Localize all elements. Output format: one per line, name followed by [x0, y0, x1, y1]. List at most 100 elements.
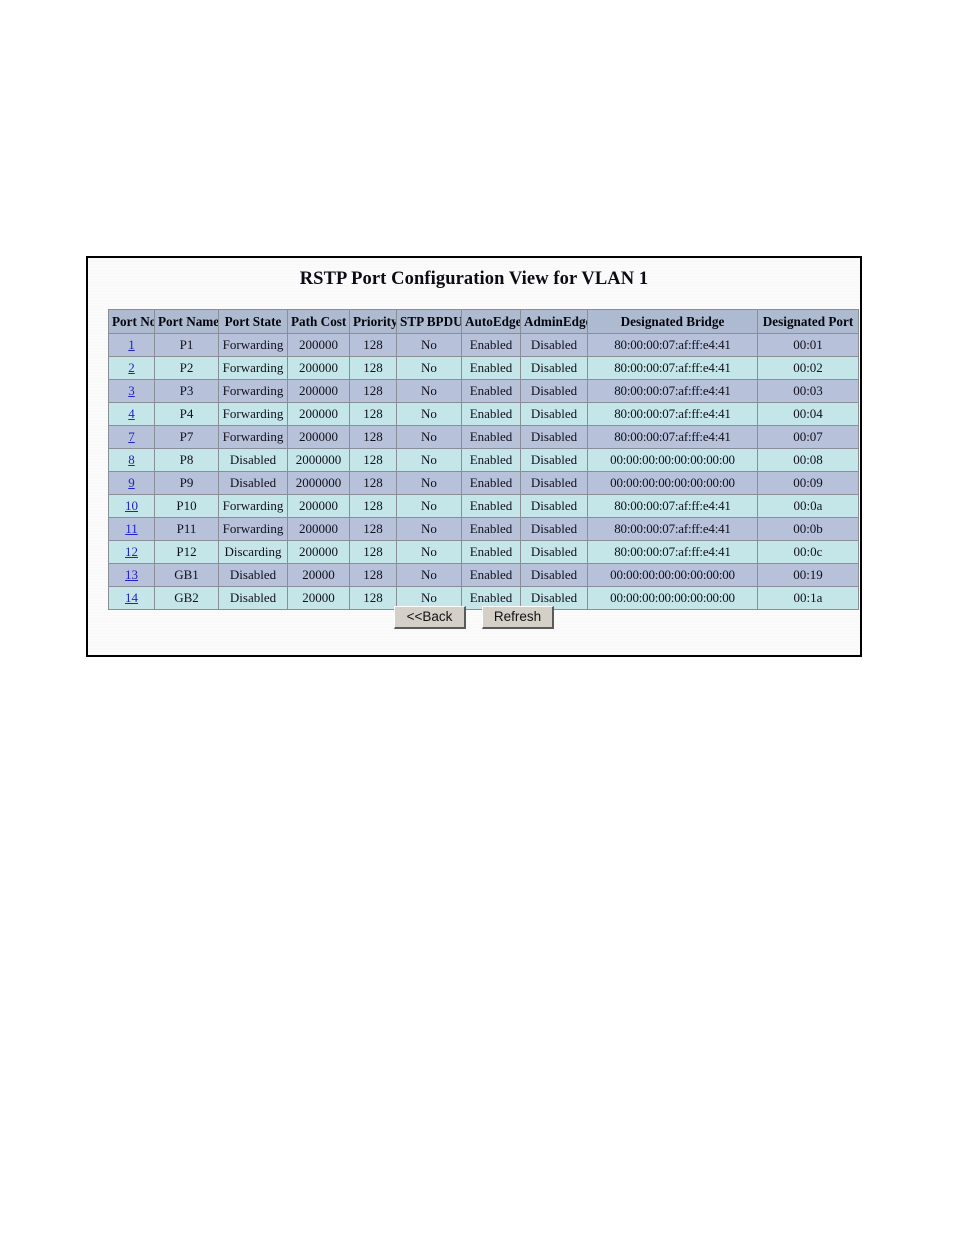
port-number-link[interactable]: 13 — [125, 567, 138, 582]
port-number-link[interactable]: 14 — [125, 590, 138, 605]
column-header-stp-bpdu: STP BPDU — [396, 309, 462, 334]
cell-stp-bpdu: No — [396, 540, 462, 564]
cell-designated-bridge: 80:00:00:07:af:ff:e4:41 — [587, 333, 758, 357]
cell-priority: 128 — [349, 517, 397, 541]
port-number-link[interactable]: 2 — [128, 360, 135, 375]
column-header-admin-edge: AdminEdge — [520, 309, 588, 334]
cell-path-cost: 200000 — [287, 379, 350, 403]
cell-stp-bpdu: No — [396, 471, 462, 495]
cell-designated-bridge: 80:00:00:07:af:ff:e4:41 — [587, 425, 758, 449]
cell-designated-port: 00:01 — [757, 333, 859, 357]
cell-auto-edge: Enabled — [461, 402, 521, 426]
cell-path-cost: 2000000 — [287, 448, 350, 472]
cell-stp-bpdu: No — [396, 517, 462, 541]
cell-port-state: Discarding — [218, 540, 288, 564]
table-row: 7 P7 Forwarding 200000 128 No Enabled Disabled 8… — [108, 425, 859, 449]
table-row: 4 P4 Forwarding 200000 128 No Enabled Disabled 8… — [108, 402, 859, 426]
cell-priority: 128 — [349, 563, 397, 587]
port-number-link[interactable]: 12 — [125, 544, 138, 559]
cell-admin-edge: Disabled — [520, 494, 588, 518]
table-row: 12 P12 Discarding 200000 128 No Enabled Disable… — [108, 540, 859, 564]
cell-designated-port: 00:0a — [757, 494, 859, 518]
cell-path-cost: 200000 — [287, 425, 350, 449]
cell-designated-port: 00:07 — [757, 425, 859, 449]
cell-designated-port: 00:04 — [757, 402, 859, 426]
cell-auto-edge: Enabled — [461, 333, 521, 357]
cell-priority: 128 — [349, 402, 397, 426]
port-number-link[interactable]: 11 — [125, 521, 138, 536]
rstp-port-configuration-panel: RSTP Port Configuration View for VLAN 1 … — [86, 256, 862, 657]
column-header-designated-port: Designated Port — [757, 309, 859, 334]
port-number-link[interactable]: 10 — [125, 498, 138, 513]
cell-port-no: 3 — [108, 379, 155, 403]
cell-port-no: 10 — [108, 494, 155, 518]
column-header-port-state: Port State — [218, 309, 288, 334]
cell-port-name: P9 — [154, 471, 219, 495]
cell-port-no: 9 — [108, 471, 155, 495]
cell-designated-port: 00:19 — [757, 563, 859, 587]
page-title: RSTP Port Configuration View for VLAN 1 — [299, 269, 649, 289]
column-header-port-no: Port No — [108, 309, 155, 334]
column-header-path-cost: Path Cost — [287, 309, 350, 334]
refresh-button[interactable]: Refresh — [482, 606, 554, 629]
cell-designated-port: 00:02 — [757, 356, 859, 380]
table-row: 11 P11 Forwarding 200000 128 No Enabled Disable… — [108, 517, 859, 541]
cell-port-state: Disabled — [218, 471, 288, 495]
table-body: 1 P1 Forwarding 200000 128 No Enabled Disabled 8… — [108, 333, 859, 610]
cell-priority: 128 — [349, 448, 397, 472]
cell-port-no: 1 — [108, 333, 155, 357]
cell-path-cost: 200000 — [287, 333, 350, 357]
cell-port-state: Forwarding — [218, 379, 288, 403]
cell-auto-edge: Enabled — [461, 517, 521, 541]
button-bar: <<Back Refresh — [88, 606, 860, 629]
cell-designated-port: 00:09 — [757, 471, 859, 495]
port-number-link[interactable]: 3 — [128, 383, 135, 398]
port-number-link[interactable]: 9 — [128, 475, 135, 490]
cell-designated-bridge: 80:00:00:07:af:ff:e4:41 — [587, 494, 758, 518]
cell-stp-bpdu: No — [396, 494, 462, 518]
cell-designated-port: 00:08 — [757, 448, 859, 472]
cell-designated-bridge: 00:00:00:00:00:00:00:00 — [587, 448, 758, 472]
cell-port-name: GB1 — [154, 563, 219, 587]
cell-port-name: P2 — [154, 356, 219, 380]
column-header-port-name: Port Name — [154, 309, 219, 334]
column-header-designated-bridge: Designated Bridge — [587, 309, 758, 334]
cell-port-state: Forwarding — [218, 402, 288, 426]
cell-priority: 128 — [349, 540, 397, 564]
table-header: Port No Port Name Port State Path Cost P… — [108, 309, 859, 334]
table-row: 2 P2 Forwarding 200000 128 No Enabled Disabled 8… — [108, 356, 859, 380]
table-row: 1 P1 Forwarding 200000 128 No Enabled Disabled 8… — [108, 333, 859, 357]
cell-priority: 128 — [349, 425, 397, 449]
column-header-priority: Priority — [349, 309, 397, 334]
cell-port-state: Forwarding — [218, 333, 288, 357]
back-button[interactable]: <<Back — [394, 606, 466, 629]
cell-admin-edge: Disabled — [520, 517, 588, 541]
cell-priority: 128 — [349, 471, 397, 495]
cell-path-cost: 200000 — [287, 402, 350, 426]
cell-port-state: Forwarding — [218, 425, 288, 449]
cell-priority: 128 — [349, 356, 397, 380]
cell-port-no: 7 — [108, 425, 155, 449]
cell-port-name: P12 — [154, 540, 219, 564]
port-number-link[interactable]: 8 — [128, 452, 135, 467]
port-number-link[interactable]: 1 — [128, 337, 135, 352]
cell-path-cost: 2000000 — [287, 471, 350, 495]
cell-auto-edge: Enabled — [461, 425, 521, 449]
cell-port-state: Forwarding — [218, 356, 288, 380]
cell-auto-edge: Enabled — [461, 494, 521, 518]
column-header-auto-edge: AutoEdge — [461, 309, 521, 334]
cell-stp-bpdu: No — [396, 425, 462, 449]
port-number-link[interactable]: 7 — [128, 429, 135, 444]
cell-priority: 128 — [349, 379, 397, 403]
cell-designated-bridge: 00:00:00:00:00:00:00:00 — [587, 563, 758, 587]
cell-stp-bpdu: No — [396, 333, 462, 357]
cell-port-name: P1 — [154, 333, 219, 357]
cell-port-no: 11 — [108, 517, 155, 541]
port-number-link[interactable]: 4 — [128, 406, 135, 421]
rstp-port-table: Port No Port Name Port State Path Cost P… — [108, 309, 859, 610]
cell-stp-bpdu: No — [396, 356, 462, 380]
cell-admin-edge: Disabled — [520, 540, 588, 564]
table-row: 10 P10 Forwarding 200000 128 No Enabled Disable… — [108, 494, 859, 518]
cell-admin-edge: Disabled — [520, 379, 588, 403]
cell-port-no: 2 — [108, 356, 155, 380]
